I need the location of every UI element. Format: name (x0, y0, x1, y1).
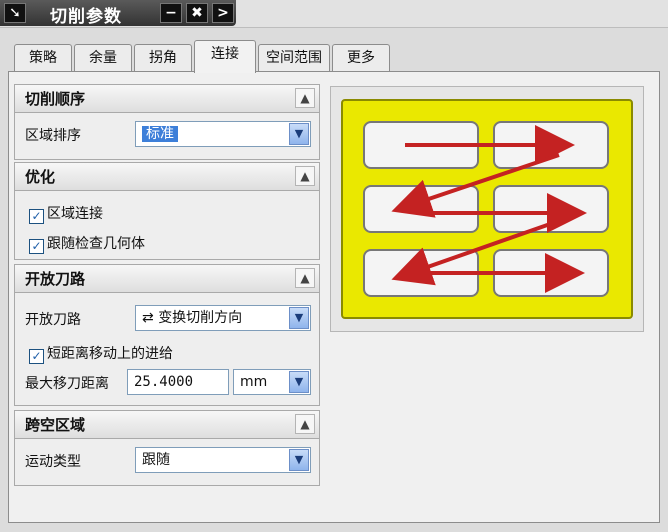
section-header[interactable]: 跨空区域 ▲ (15, 411, 319, 439)
chevron-up-icon[interactable]: ▲ (295, 166, 315, 186)
section-title: 切削顺序 (25, 90, 86, 108)
region-sort-label: 区域排序 (25, 128, 81, 144)
section-title: 开放刀路 (25, 270, 86, 288)
toolpath-arrows (391, 125, 587, 293)
section-header[interactable]: 切削顺序 ▲ (15, 85, 319, 113)
tab-stock[interactable]: 余量 (74, 44, 132, 72)
region-sort-value: 标准 (142, 126, 178, 142)
preview-frame (330, 86, 644, 332)
checkbox-label: 区域连接 (47, 206, 103, 222)
close-button[interactable]: ✖ (186, 3, 208, 23)
region-sort-select[interactable]: 标准 ▼ (135, 121, 311, 147)
preview-illustration (341, 99, 633, 319)
tab-corner[interactable]: 拐角 (134, 44, 192, 72)
motion-type-select[interactable]: 跟随 ▼ (135, 447, 311, 473)
section-cut-order: 切削顺序 ▲ 区域排序 标准 ▼ (14, 84, 320, 160)
chevron-down-icon[interactable]: ▼ (289, 449, 309, 471)
section-header[interactable]: 开放刀路 ▲ (15, 265, 319, 293)
checkbox-label: 短距离移动上的进给 (47, 346, 173, 362)
max-move-label: 最大移刀距离 (25, 376, 109, 392)
section-header[interactable]: 优化 ▲ (15, 163, 319, 191)
tab-containment[interactable]: 空间范围 (258, 44, 330, 72)
short-move-feed-checkbox[interactable]: ✓ 短距离移动上的进给 (29, 343, 173, 364)
expand-button[interactable]: > (212, 3, 234, 23)
chevron-up-icon[interactable]: ▲ (295, 88, 315, 108)
open-path-label: 开放刀路 (25, 312, 81, 328)
open-path-select[interactable]: ⇄ 变换切削方向 ▼ (135, 305, 311, 331)
window-title: 切削参数 (50, 7, 122, 27)
minimize-button[interactable]: − (160, 3, 182, 23)
unit-select[interactable]: mm ▼ (233, 369, 311, 395)
open-path-value: 变换切削方向 (158, 310, 243, 326)
chevron-down-icon[interactable]: ▼ (289, 371, 309, 393)
tab-more[interactable]: 更多 (332, 44, 390, 72)
max-move-value: 25.4000 (134, 374, 194, 390)
section-optimize: 优化 ▲ ✓ 区域连接 ✓ 跟随检查几何体 (14, 162, 320, 260)
checkbox-label: 跟随检查几何体 (47, 236, 145, 252)
section-cross-void: 跨空区域 ▲ 运动类型 跟随 ▼ (14, 410, 320, 486)
swap-direction-icon: ⇄ (142, 310, 154, 326)
tab-connections[interactable]: 连接 (194, 40, 256, 73)
follow-check-geometry-checkbox[interactable]: ✓ 跟随检查几何体 (29, 233, 145, 254)
chevron-up-icon[interactable]: ▲ (295, 414, 315, 434)
chevron-up-icon[interactable]: ▲ (295, 268, 315, 288)
max-move-input[interactable]: 25.4000 (127, 369, 229, 395)
pin-button[interactable]: ➘ (4, 3, 26, 23)
title-bar-dark: ➘ 切削参数 − ✖ > (0, 0, 236, 27)
section-title: 优化 (25, 168, 56, 186)
checkmark-icon[interactable]: ✓ (29, 349, 44, 364)
checkmark-icon[interactable]: ✓ (29, 239, 44, 254)
motion-type-value: 跟随 (142, 452, 170, 468)
section-title: 跨空区域 (25, 416, 86, 434)
unit-value: mm (240, 374, 268, 390)
tab-strategy[interactable]: 策略 (14, 44, 72, 72)
region-connect-checkbox[interactable]: ✓ 区域连接 (29, 203, 103, 224)
chevron-down-icon[interactable]: ▼ (289, 123, 309, 145)
title-bar: ➘ 切削参数 − ✖ > (0, 0, 668, 28)
motion-type-label: 运动类型 (25, 454, 81, 470)
checkmark-icon[interactable]: ✓ (29, 209, 44, 224)
chevron-down-icon[interactable]: ▼ (289, 307, 309, 329)
section-open-path: 开放刀路 ▲ 开放刀路 ⇄ 变换切削方向 ▼ ✓ 短距离移动上的进给 最大移刀距离… (14, 264, 320, 406)
